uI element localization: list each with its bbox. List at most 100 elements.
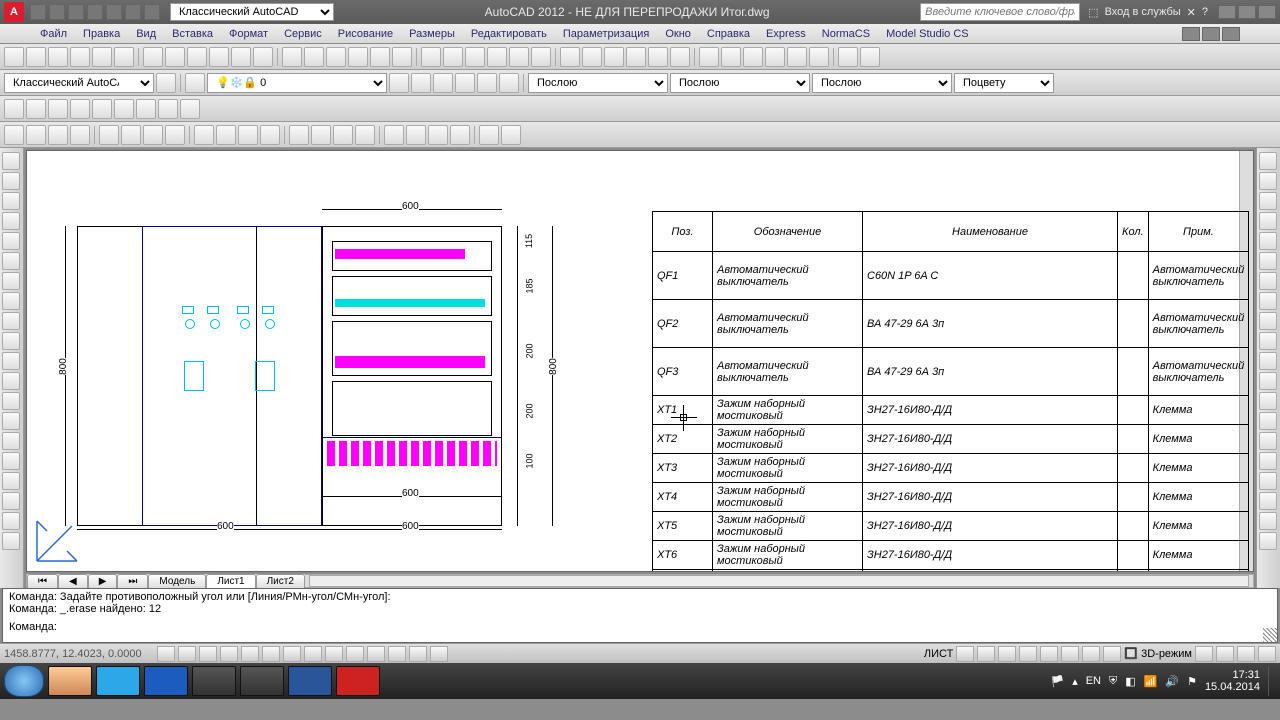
exchange-icon[interactable]: ⬚ bbox=[1088, 6, 1098, 19]
file-tool-icon[interactable] bbox=[70, 99, 90, 119]
tray-icon[interactable]: ⛨ bbox=[1109, 675, 1117, 688]
taskbar-chrome-icon[interactable] bbox=[192, 666, 236, 696]
tray-icon[interactable]: ◧ bbox=[1125, 675, 1135, 688]
taskbar-word-icon[interactable] bbox=[288, 666, 332, 696]
modify-tool-icon[interactable] bbox=[1259, 312, 1277, 330]
modify-tool-icon[interactable] bbox=[1259, 432, 1277, 450]
taskbar-paint-icon[interactable] bbox=[240, 666, 284, 696]
status-tool-button[interactable] bbox=[977, 646, 995, 662]
file-tool-icon[interactable] bbox=[136, 99, 156, 119]
tab-sheet1[interactable]: Лист1 bbox=[206, 574, 255, 589]
menu-normacs[interactable]: NormaCS bbox=[822, 28, 870, 40]
draw-tool-icon[interactable] bbox=[2, 252, 20, 270]
custom-tool-icon[interactable] bbox=[99, 125, 119, 145]
draw-tool-icon[interactable] bbox=[2, 372, 20, 390]
custom-tool-icon[interactable] bbox=[450, 125, 470, 145]
toolbar-button[interactable] bbox=[282, 47, 302, 67]
modify-tool-icon[interactable] bbox=[1259, 272, 1277, 290]
status-toggle-button[interactable] bbox=[283, 646, 301, 662]
toolbar-button[interactable] bbox=[348, 47, 368, 67]
status-toggle-button[interactable] bbox=[346, 646, 364, 662]
custom-tool-icon[interactable] bbox=[4, 125, 24, 145]
doc-minimize-button[interactable] bbox=[1182, 27, 1200, 41]
toolbar-button[interactable] bbox=[209, 47, 229, 67]
file-tool-icon[interactable] bbox=[92, 99, 112, 119]
modify-tool-icon[interactable] bbox=[1259, 352, 1277, 370]
taskbar-explorer-icon[interactable] bbox=[48, 666, 92, 696]
menu-format[interactable]: Формат bbox=[229, 28, 268, 40]
clock[interactable]: 17:31 15.04.2014 bbox=[1205, 669, 1260, 693]
toolbar-button[interactable] bbox=[114, 47, 134, 67]
toolbar-button[interactable] bbox=[582, 47, 602, 67]
modify-tool-icon[interactable] bbox=[1259, 372, 1277, 390]
status-tool-button[interactable] bbox=[1258, 646, 1276, 662]
menu-insert[interactable]: Вставка bbox=[172, 28, 213, 40]
status-tool-button[interactable] bbox=[1082, 646, 1100, 662]
status-tool-button[interactable] bbox=[1061, 646, 1079, 662]
draw-tool-icon[interactable] bbox=[2, 392, 20, 410]
modify-tool-icon[interactable] bbox=[1259, 512, 1277, 530]
menu-draw[interactable]: Рисование bbox=[338, 28, 393, 40]
toolbar-button[interactable] bbox=[187, 47, 207, 67]
status-tool-button[interactable] bbox=[1237, 646, 1255, 662]
close-button[interactable] bbox=[1258, 5, 1276, 19]
modify-tool-icon[interactable] bbox=[1259, 232, 1277, 250]
toolbar-button[interactable] bbox=[743, 47, 763, 67]
custom-tool-icon[interactable] bbox=[479, 125, 499, 145]
draw-tool-icon[interactable] bbox=[2, 212, 20, 230]
modify-tool-icon[interactable] bbox=[1259, 472, 1277, 490]
color-select[interactable]: Послою bbox=[528, 73, 668, 93]
toolbar-button[interactable] bbox=[787, 47, 807, 67]
toolbar-button[interactable] bbox=[4, 47, 24, 67]
layer-prop-icon[interactable] bbox=[185, 73, 205, 93]
qat-undo-icon[interactable] bbox=[125, 4, 141, 20]
toolbar-button[interactable] bbox=[443, 47, 463, 67]
status-toggle-button[interactable] bbox=[262, 646, 280, 662]
custom-tool-icon[interactable] bbox=[333, 125, 353, 145]
draw-tool-icon[interactable] bbox=[2, 232, 20, 250]
modify-tool-icon[interactable] bbox=[1259, 192, 1277, 210]
layout-indicator[interactable]: ЛИСТ bbox=[924, 648, 953, 660]
status-toggle-button[interactable] bbox=[220, 646, 238, 662]
toolbar-button[interactable] bbox=[70, 47, 90, 67]
status-toggle-button[interactable] bbox=[388, 646, 406, 662]
signin-button[interactable]: Вход в службы bbox=[1105, 6, 1181, 18]
toolbar-button[interactable] bbox=[26, 47, 46, 67]
draw-tool-icon[interactable] bbox=[2, 352, 20, 370]
lineweight-select[interactable]: Послою bbox=[812, 73, 952, 93]
qat-print-icon[interactable] bbox=[106, 4, 122, 20]
cmd-prompt[interactable]: Команда: bbox=[9, 621, 1271, 633]
qat-open-icon[interactable] bbox=[49, 4, 65, 20]
status-tool-button[interactable] bbox=[1103, 646, 1121, 662]
menu-file[interactable]: Файл bbox=[40, 28, 67, 40]
toolbar-button[interactable] bbox=[560, 47, 580, 67]
status-tool-button[interactable] bbox=[956, 646, 974, 662]
x-icon[interactable]: ✕ bbox=[1187, 6, 1196, 19]
toolbar-button[interactable] bbox=[370, 47, 390, 67]
status-toggle-button[interactable] bbox=[367, 646, 385, 662]
toolbar-button[interactable] bbox=[487, 47, 507, 67]
layer-tool-icon[interactable] bbox=[411, 73, 431, 93]
menu-edit[interactable]: Правка bbox=[83, 28, 120, 40]
draw-tool-icon[interactable] bbox=[2, 332, 20, 350]
tray-network-icon[interactable]: 📶 bbox=[1144, 675, 1158, 688]
help-search-input[interactable] bbox=[920, 3, 1080, 21]
lang-indicator[interactable]: EN bbox=[1086, 675, 1101, 687]
modify-tool-icon[interactable] bbox=[1259, 332, 1277, 350]
status-tool-button[interactable] bbox=[998, 646, 1016, 662]
tab-nav-next[interactable]: ▶ bbox=[88, 574, 118, 589]
status-tool-button[interactable] bbox=[1195, 646, 1213, 662]
draw-tool-icon[interactable] bbox=[2, 272, 20, 290]
resize-grip-icon[interactable] bbox=[1263, 628, 1277, 642]
draw-tool-icon[interactable] bbox=[2, 492, 20, 510]
modify-tool-icon[interactable] bbox=[1259, 532, 1277, 550]
tray-icon[interactable]: ⚑ bbox=[1187, 675, 1197, 688]
linetype-select[interactable]: Послою bbox=[670, 73, 810, 93]
custom-tool-icon[interactable] bbox=[216, 125, 236, 145]
modify-tool-icon[interactable] bbox=[1259, 212, 1277, 230]
custom-tool-icon[interactable] bbox=[289, 125, 309, 145]
workspace-select[interactable]: Классический AutoCAD bbox=[170, 3, 334, 21]
toolbar-button[interactable] bbox=[465, 47, 485, 67]
qat-saveas-icon[interactable] bbox=[87, 4, 103, 20]
file-tool-icon[interactable] bbox=[26, 99, 46, 119]
